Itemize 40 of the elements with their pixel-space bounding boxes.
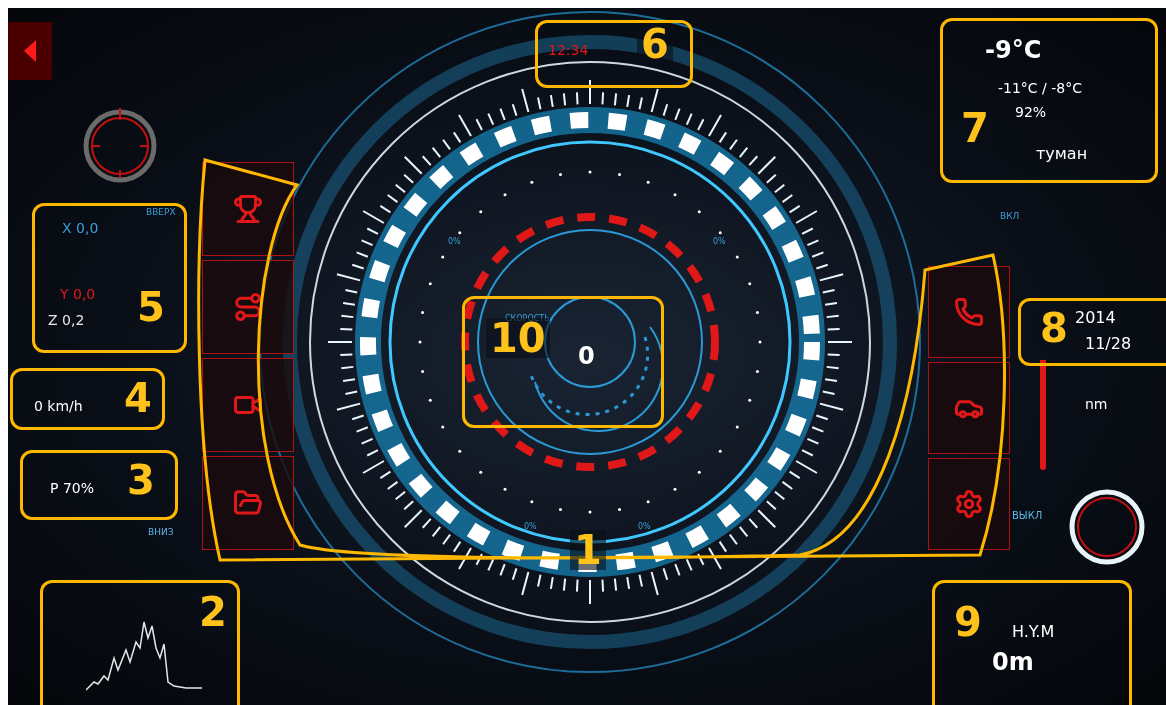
menu-button[interactable]	[928, 266, 1010, 358]
date-text: 11/28	[1085, 333, 1132, 355]
ring-label: 0%	[448, 236, 461, 248]
speed-value: 0	[578, 341, 595, 372]
ring-label: 0%	[638, 521, 651, 533]
settings-icon	[954, 489, 984, 519]
year-text: 2014	[1075, 307, 1116, 329]
ring-icon	[1068, 488, 1146, 566]
caret-left-icon	[24, 40, 36, 62]
menu-button[interactable]	[202, 358, 294, 452]
clock-text: 12:34	[548, 41, 589, 60]
scale-label: ВНИЗ	[148, 526, 174, 539]
scale-label: ВЫКЛ	[1012, 509, 1043, 523]
temperature-range-text: -11°C / -8°C	[998, 79, 1082, 98]
menu-button[interactable]	[202, 162, 294, 256]
callout-number: 6	[637, 24, 673, 64]
coordinate-text: X 0,0	[62, 219, 99, 238]
weather-condition-text: туман	[1036, 143, 1088, 165]
scale-label: ВКЛ	[1000, 210, 1020, 223]
phone-icon	[954, 297, 984, 327]
altitude-value: 0m	[992, 647, 1034, 678]
scale-label: ВВЕРХ	[146, 206, 176, 219]
unit-text: nm	[1085, 395, 1108, 414]
route-icon	[233, 292, 263, 322]
altitude-label: H.Y.M	[1012, 621, 1055, 643]
back-button[interactable]	[8, 22, 52, 80]
temperature-text: -9°C	[985, 35, 1042, 66]
menu-button[interactable]	[928, 458, 1010, 550]
trophy-icon	[233, 194, 263, 224]
pressure-text: P 70%	[50, 479, 94, 498]
ring-label: 0%	[713, 236, 726, 248]
callout-number: 1	[570, 530, 606, 570]
menu-button[interactable]	[928, 362, 1010, 454]
coordinate-text: Y 0,0	[60, 285, 96, 304]
menu-button[interactable]	[202, 260, 294, 354]
humidity-text: 92%	[1015, 103, 1047, 122]
speed-text: 0 km/h	[34, 397, 83, 416]
coordinate-text: Z 0,2	[48, 311, 85, 330]
menu-button[interactable]	[202, 456, 294, 550]
ring-label: 0%	[524, 521, 537, 533]
